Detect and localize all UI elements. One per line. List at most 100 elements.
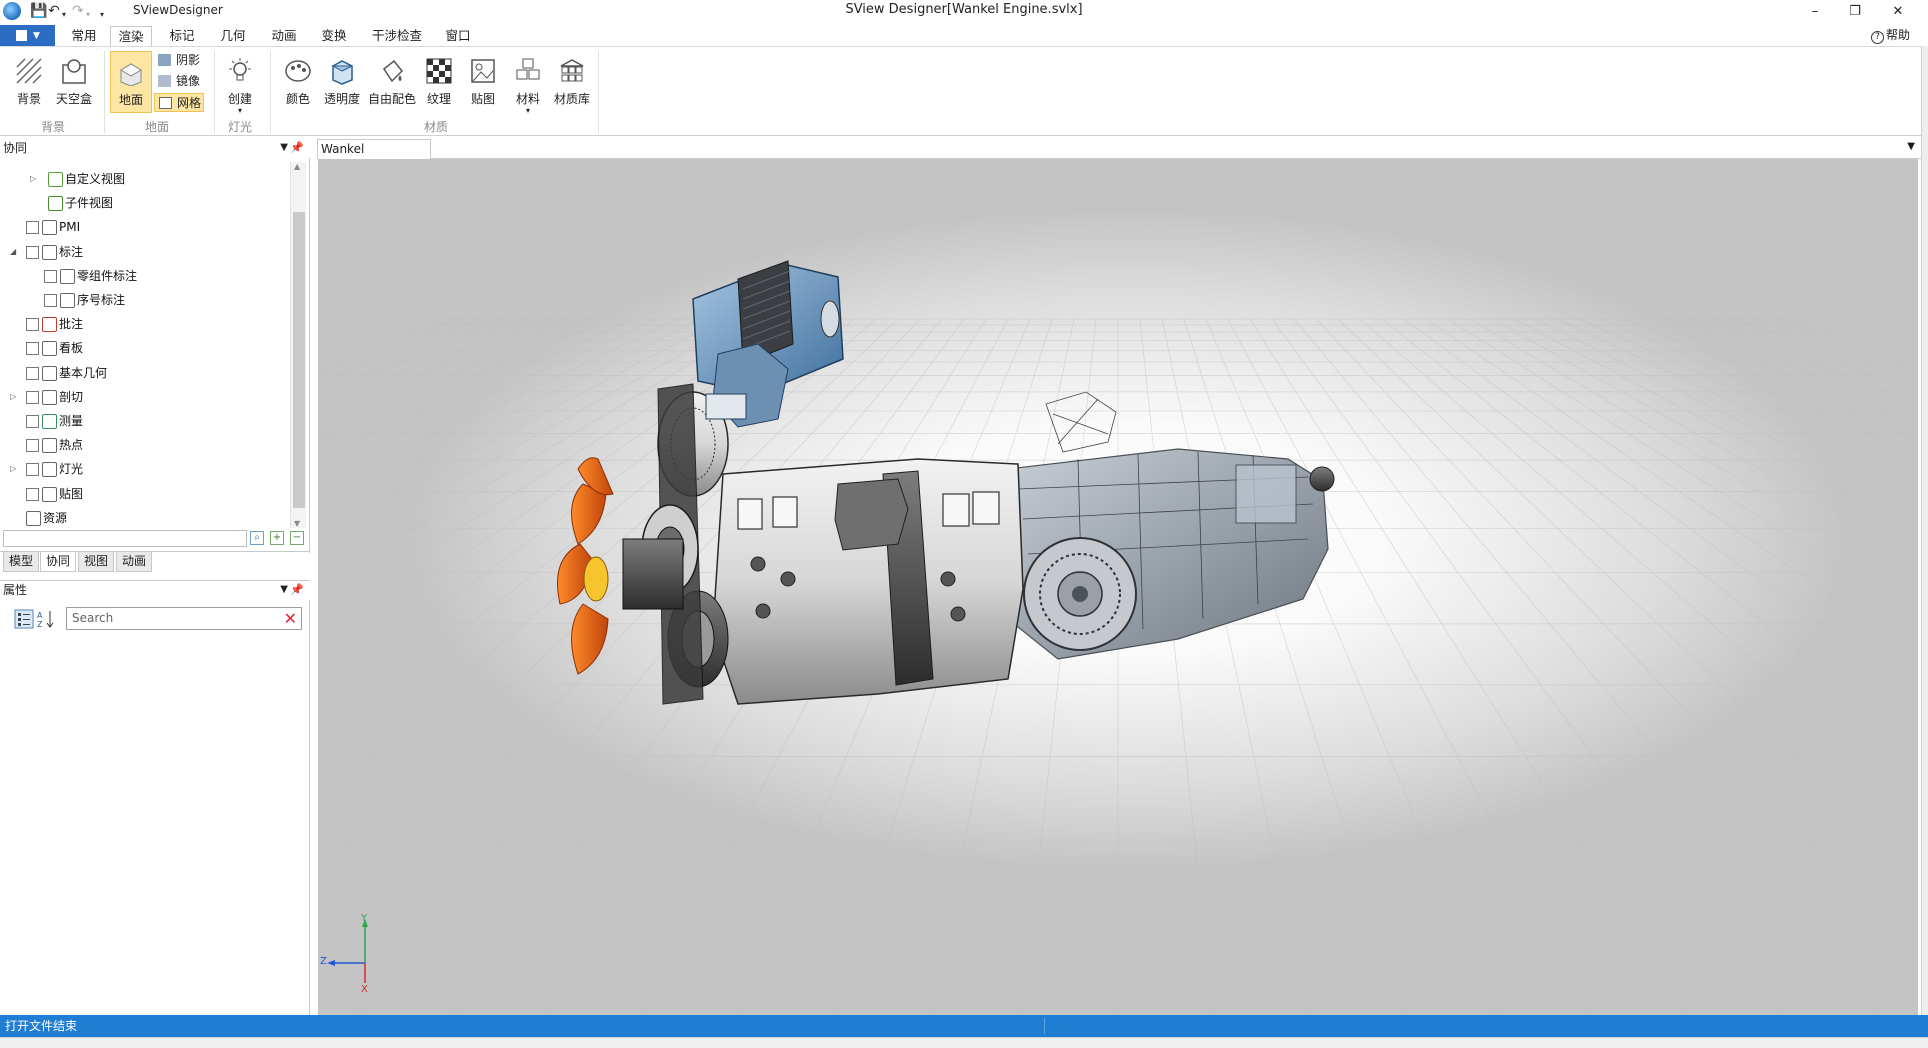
tab-transform[interactable]: 变换 [314,26,354,47]
tree-item-checkbox[interactable] [26,463,39,477]
help-button[interactable]: ? 帮助 [1870,26,1910,44]
tree-item[interactable]: ▷ 剖切 [0,387,288,407]
tree-item[interactable]: 资源 [0,508,288,528]
categorized-icon[interactable] [14,609,34,629]
tree-item[interactable]: ◢ 标注 [0,242,288,262]
tree-item-label: PMI [59,220,81,235]
skybox-button[interactable]: 天空盒 [52,51,96,113]
light-bulb-icon [229,58,251,81]
materials-button[interactable]: 材料 ▾ [510,51,546,121]
transparency-button[interactable]: 透明度 [320,51,364,113]
tree-item[interactable]: 热点 [0,435,288,455]
tab-model[interactable]: 模型 [3,552,39,572]
texture-button[interactable]: 纹理 [422,51,456,113]
tree-item[interactable]: 贴图 [0,484,288,504]
tab-interference-check[interactable]: 干涉检查 [365,26,429,47]
tab-geometry[interactable]: 几何 [213,26,253,47]
tree-item-checkbox[interactable] [26,366,39,380]
tree-item[interactable]: 批注 [0,314,288,334]
panel-dropdown-icon[interactable]: ▼ [280,139,288,157]
minimize-button[interactable]: – [1800,2,1830,22]
close-button[interactable]: ✕ [1883,2,1913,22]
restore-button[interactable]: ❐ [1840,2,1870,22]
tree-item-checkbox[interactable] [26,245,39,259]
mirror-label: 镜像 [176,74,201,88]
engine-model[interactable] [318,159,1918,1015]
transparency-label: 透明度 [323,92,360,106]
background-button[interactable]: 背景 [10,51,48,113]
clear-search-icon[interactable]: ✕ [284,608,297,629]
tree-item-checkbox[interactable] [44,294,57,307]
panel-dropdown-icon[interactable]: ▼ [280,581,288,599]
tree-item-icon [42,414,57,429]
axis-triad [327,919,368,983]
tab-animation-panel[interactable]: 动画 [116,552,152,572]
tree-item-label: 自定义视图 [65,172,126,186]
tree-item-checkbox[interactable] [26,342,39,356]
shadow-button[interactable]: 阴影 [154,51,204,70]
pin-icon[interactable]: 📌 [290,581,304,599]
create-light-button[interactable]: 创建 ▾ [220,51,260,117]
expand-all-icon[interactable]: + [270,531,284,545]
scroll-up-icon[interactable]: ▲ [294,162,300,171]
tab-collab[interactable]: 协同 [40,552,76,572]
window-title: SView Designer[Wankel Engine.svlx] [845,2,1083,17]
expand-arrow-icon[interactable]: ▷ [30,169,40,189]
property-search-input[interactable]: Search ✕ [66,607,302,630]
tab-markup[interactable]: 标记 [162,26,202,47]
chevron-down-icon: ▾ [237,106,242,115]
tab-render[interactable]: 渲染 [110,26,152,47]
3d-viewport[interactable]: Y Z X [318,159,1918,1015]
tree-item-label: 序号标注 [77,293,126,307]
tree-item[interactable]: ▷ 灯光 [0,459,288,479]
tree-item-checkbox[interactable] [26,439,39,453]
document-list-dropdown-icon[interactable]: ▼ [1907,141,1915,152]
tree-item-icon [48,172,63,187]
scroll-down-icon[interactable]: ▼ [294,519,300,528]
collapse-all-icon[interactable]: − [290,531,304,545]
tree-item-checkbox[interactable] [26,487,39,501]
tab-window[interactable]: 窗口 [438,26,478,47]
shadow-icon [158,54,171,66]
tree-scrollbar[interactable]: ▲ ▼ [290,162,306,528]
material-library-button[interactable]: 材质库 [552,51,592,113]
tree-item[interactable]: ▷ 自定义视图 [0,169,288,189]
tab-animation[interactable]: 动画 [264,26,304,47]
grid-button[interactable]: 网格 [154,93,204,112]
expand-arrow-icon[interactable]: ▷ [10,387,20,407]
tree-item[interactable]: 零组件标注 [0,266,288,286]
sort-alphabetical-icon[interactable]: AZ [36,609,56,629]
tree-item-checkbox[interactable] [26,318,39,332]
tab-common[interactable]: 常用 [64,26,104,47]
tree-item-label: 零组件标注 [77,268,138,283]
color-button[interactable]: 颜色 [280,51,316,113]
tree-item[interactable]: 测量 [0,411,288,431]
mirror-button[interactable]: 镜像 [154,72,204,91]
tree-item-label: 热点 [59,438,84,453]
tree-item-checkbox[interactable] [26,415,39,428]
tree-item-checkbox[interactable] [44,269,57,283]
chevron-down-icon: ▼ [33,31,40,41]
ground-button[interactable]: 地面 [110,51,152,113]
tree-item-checkbox[interactable] [26,390,39,404]
grid-icon [159,97,172,109]
expand-arrow-icon[interactable]: ▷ [10,459,20,479]
right-panel-edge[interactable] [1921,46,1928,1048]
tree-search-input[interactable] [3,530,247,547]
document-tab[interactable]: Wankel Engine.svlx [317,139,431,174]
file-menu-button[interactable]: ▼ [0,25,55,46]
free-color-button[interactable]: 自由配色 [366,51,418,113]
tree-item[interactable]: PMI [0,217,288,237]
scroll-thumb[interactable] [293,212,305,508]
tree-item[interactable]: 看板 [0,338,288,358]
tree-item[interactable]: 基本几何 [0,363,288,383]
collapse-arrow-icon[interactable]: ◢ [10,242,20,262]
tree-item[interactable]: 序号标注 [0,290,288,310]
pin-icon[interactable]: 📌 [290,139,304,157]
tree-item[interactable]: 子件视图 [0,193,288,213]
tree-search-icon[interactable]: ⌕ [250,531,264,545]
tree-item-checkbox[interactable] [26,221,39,235]
tree-item-icon [26,510,41,526]
decal-button[interactable]: 贴图 [466,51,500,113]
tab-view[interactable]: 视图 [78,552,114,572]
